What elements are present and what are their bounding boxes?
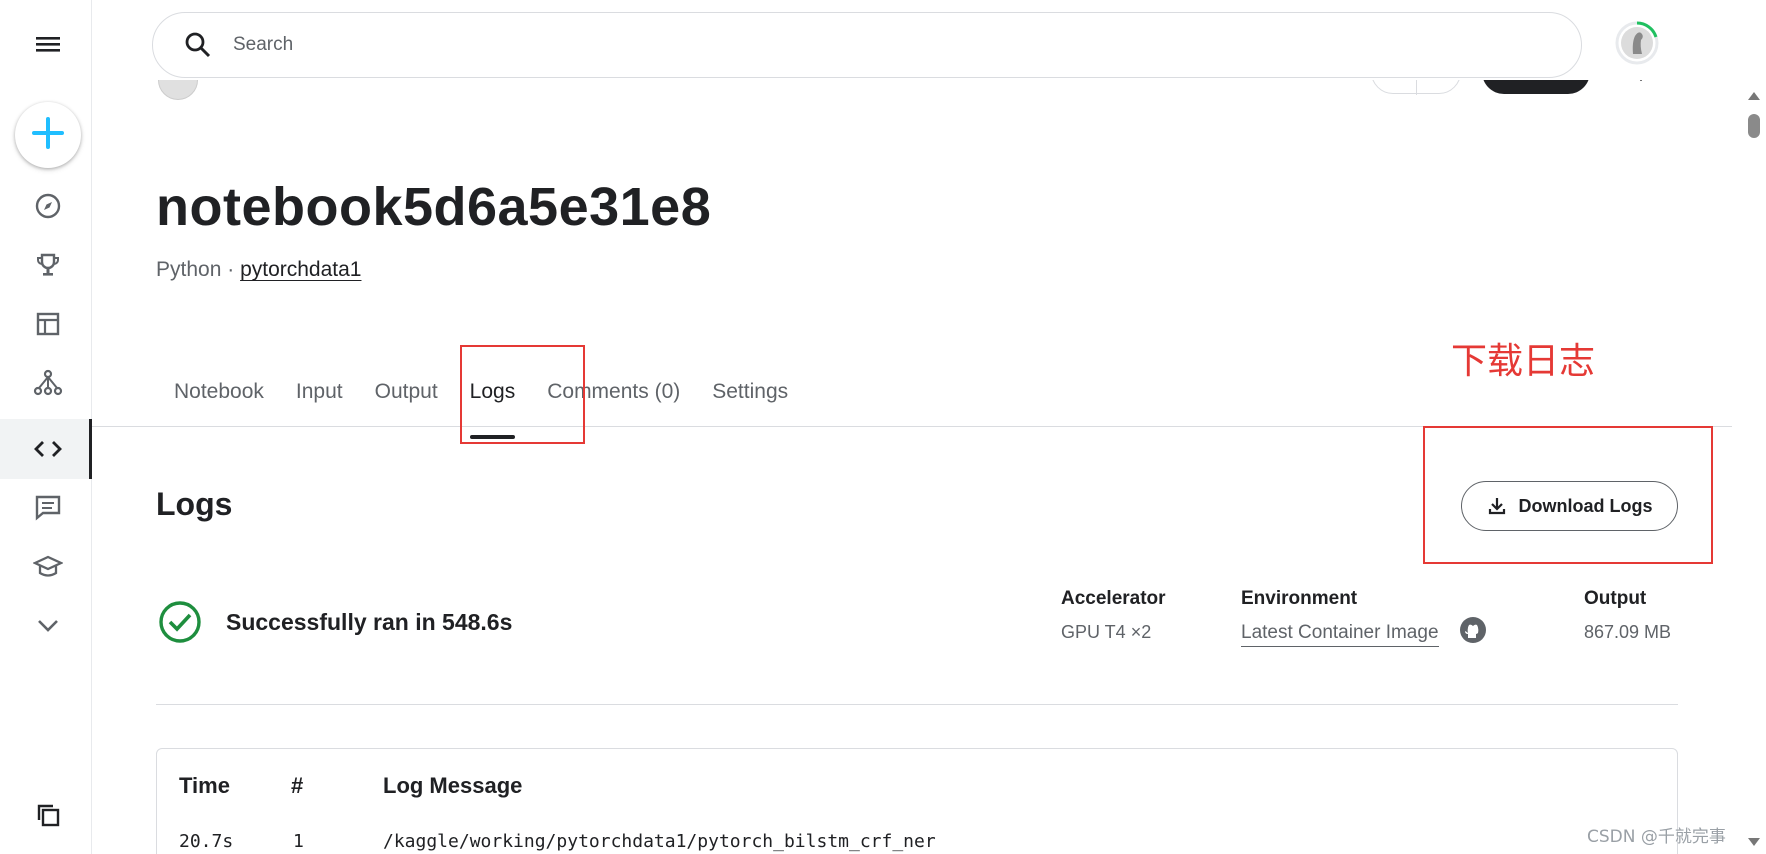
hamburger-menu-icon[interactable] xyxy=(34,31,62,57)
page-scrollbar[interactable] xyxy=(1742,88,1766,854)
models-icon[interactable] xyxy=(31,366,65,400)
column-header-number: # xyxy=(291,773,304,798)
watermark: CSDN @千就完事 xyxy=(1587,827,1726,847)
separator: · xyxy=(221,258,241,281)
section-divider xyxy=(156,704,1678,705)
annotation-box-download xyxy=(1423,426,1713,564)
page-title: notebook5d6a5e31e8 xyxy=(156,177,712,237)
top-bar: Search xyxy=(92,0,1766,80)
compass-icon[interactable] xyxy=(31,189,65,223)
chevron-down-icon[interactable] xyxy=(31,608,65,642)
scroll-down-arrow-icon[interactable] xyxy=(1748,838,1760,846)
table-icon[interactable] xyxy=(31,307,65,341)
user-avatar[interactable] xyxy=(1614,20,1660,66)
output-label: Output xyxy=(1584,588,1647,609)
tab-input[interactable]: Input xyxy=(280,372,359,426)
search-icon xyxy=(183,30,213,60)
recent-pages-icon[interactable] xyxy=(31,798,65,832)
tab-settings[interactable]: Settings xyxy=(696,372,804,426)
annotation-box-logs-tab xyxy=(460,345,585,444)
log-row-number: 1 xyxy=(293,831,304,852)
plus-icon xyxy=(29,114,67,157)
tab-output[interactable]: Output xyxy=(359,372,454,426)
scrollbar-thumb[interactable] xyxy=(1748,114,1760,138)
status-text: Successfully ran in 548.6s xyxy=(226,608,513,635)
environment-label: Environment xyxy=(1241,588,1358,609)
learn-icon[interactable] xyxy=(31,549,65,583)
tab-notebook[interactable]: Notebook xyxy=(158,372,280,426)
trophy-icon[interactable] xyxy=(31,248,65,282)
search-input[interactable]: Search xyxy=(152,12,1582,78)
log-row-time: 20.7s xyxy=(179,831,234,852)
log-row-message: /kaggle/working/pytorchdata1/pytorch_bil… xyxy=(383,831,936,852)
output-info: Output 867.09 MB xyxy=(1584,588,1671,643)
run-status: Successfully ran in 548.6s xyxy=(158,600,512,644)
environment-link[interactable]: Latest Container Image xyxy=(1241,622,1439,647)
notebook-subtitle: Python · pytorchdata1 xyxy=(156,258,361,282)
language-label: Python xyxy=(156,258,222,281)
discussion-icon[interactable] xyxy=(31,490,65,524)
success-check-icon xyxy=(158,600,202,644)
left-nav-rail xyxy=(0,0,92,854)
logs-heading: Logs xyxy=(156,486,233,522)
accelerator-value: GPU T4 ×2 xyxy=(1061,622,1152,642)
log-table: Time # Log Message 20.7s 1 /kaggle/worki… xyxy=(156,748,1678,854)
scroll-up-arrow-icon[interactable] xyxy=(1748,92,1760,100)
github-icon[interactable] xyxy=(1459,616,1487,644)
accelerator-label: Accelerator xyxy=(1061,588,1166,609)
search-placeholder: Search xyxy=(233,34,294,55)
accelerator-info: Accelerator GPU T4 ×2 xyxy=(1061,588,1166,643)
environment-info: Environment Latest Container Image xyxy=(1241,588,1487,647)
dataset-link[interactable]: pytorchdata1 xyxy=(240,258,361,281)
column-header-time: Time xyxy=(179,773,230,798)
column-header-log-message: Log Message xyxy=(383,773,523,798)
output-value: 867.09 MB xyxy=(1584,622,1672,642)
create-button[interactable] xyxy=(15,102,81,168)
code-icon[interactable] xyxy=(31,432,65,466)
annotation-note: 下载日志 xyxy=(1451,341,1596,382)
